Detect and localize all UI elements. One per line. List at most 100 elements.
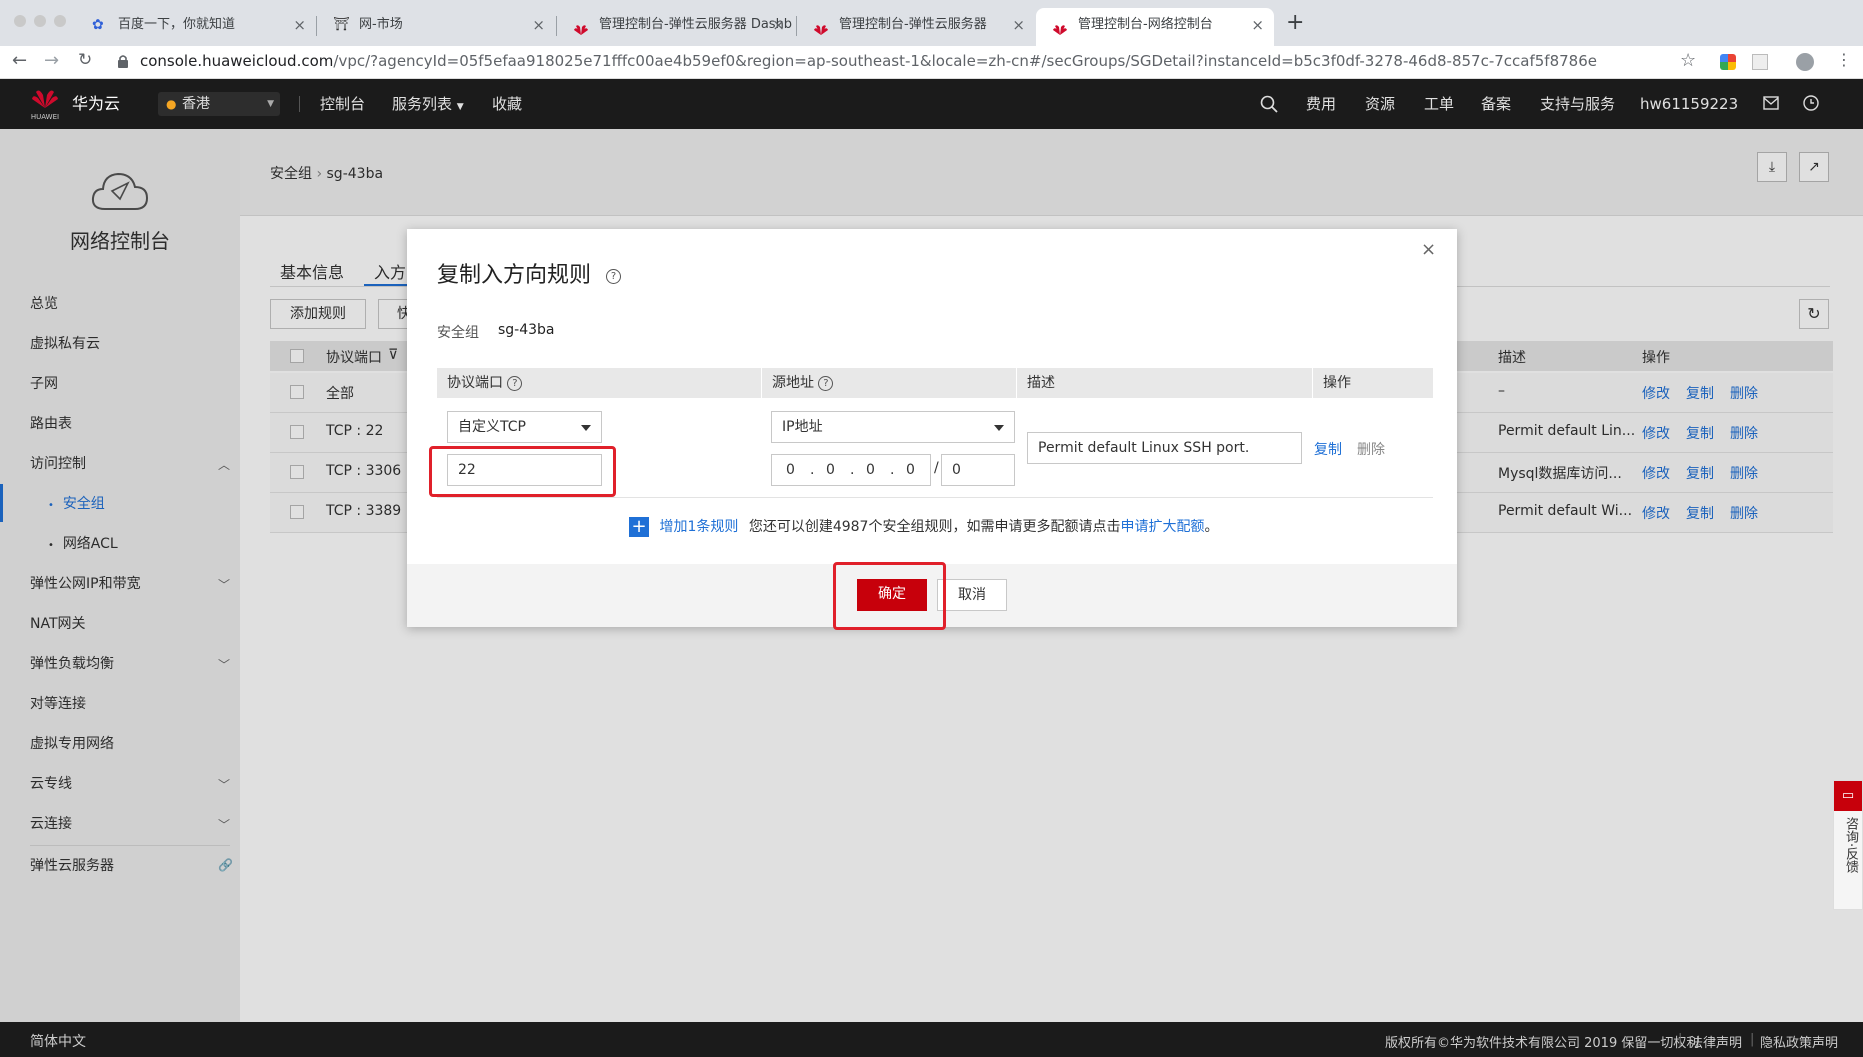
nav-tickets[interactable]: 工单 bbox=[1424, 79, 1454, 129]
tab-title: 网-市场 bbox=[359, 17, 403, 32]
close-tab-icon[interactable]: × bbox=[1012, 8, 1025, 42]
close-tab-icon[interactable]: × bbox=[293, 8, 306, 42]
dialog-title: 复制入方向规则 ? bbox=[437, 257, 622, 289]
browser-tab-ecs[interactable]: 管理控制台-弹性云服务器 × bbox=[797, 8, 1035, 46]
sg-value: sg-43ba bbox=[498, 322, 555, 338]
caret-down-icon: ▼ bbox=[267, 99, 274, 109]
feedback-widget[interactable]: ▭ 咨询·反馈 bbox=[1833, 780, 1863, 910]
description-input[interactable]: Permit default Linux SSH port. bbox=[1027, 432, 1302, 464]
add-rule-row: + 增加1条规则 您还可以创建4987个安全组规则，如需申请更多配额请点击申请扩… bbox=[629, 516, 1218, 537]
ip-octet: 0 bbox=[786, 462, 795, 478]
source-type-select[interactable]: IP地址 bbox=[771, 411, 1015, 443]
col-protocol-label: 协议端口 bbox=[447, 375, 503, 391]
browser-tab-network-console[interactable]: 管理控制台-网络控制台 × bbox=[1036, 8, 1274, 46]
logo-text: HUAWEI bbox=[30, 113, 60, 121]
close-tab-icon[interactable]: × bbox=[1251, 8, 1264, 42]
extension-icon[interactable] bbox=[1752, 54, 1768, 70]
close-tab-icon[interactable]: × bbox=[532, 8, 545, 42]
tab-title: 管理控制台-弹性云服务器 Dashb bbox=[599, 17, 793, 32]
huawei-logo-icon bbox=[573, 17, 589, 35]
search-icon[interactable] bbox=[1260, 95, 1278, 117]
col-source-label: 源地址 bbox=[772, 375, 814, 391]
close-icon[interactable]: × bbox=[1421, 239, 1436, 260]
browser-tab-market[interactable]: ⛩ 网-市场 × bbox=[317, 8, 555, 46]
window-zoom-dot[interactable] bbox=[54, 15, 66, 27]
nav-console[interactable]: 控制台 bbox=[320, 79, 365, 129]
col-action: 操作 bbox=[1313, 368, 1433, 398]
forward-arrow-icon[interactable]: → bbox=[44, 50, 59, 71]
nav-favorites[interactable]: 收藏 bbox=[492, 79, 522, 129]
region-selector[interactable]: ● 香港 ▼ bbox=[158, 92, 280, 116]
copyright-text: 版权所有©华为软件技术有限公司 2019 保留一切权利 bbox=[1385, 1036, 1700, 1051]
back-arrow-icon[interactable]: ← bbox=[12, 50, 27, 71]
nav-support[interactable]: 支持与服务 bbox=[1540, 79, 1615, 129]
dialog-title-text: 复制入方向规则 bbox=[437, 263, 592, 288]
url-host: console.huaweicloud.com bbox=[140, 52, 334, 70]
browser-menu-icon[interactable]: ⋮ bbox=[1836, 50, 1852, 69]
lock-icon[interactable] bbox=[118, 55, 128, 68]
ip-address-input[interactable]: 0 . 0 . 0 . 0 bbox=[771, 454, 931, 486]
url-path: /vpc/?agencyId=05f5efaa918025e71fffc00ae… bbox=[333, 52, 1597, 70]
sg-label: 安全组 bbox=[437, 325, 479, 341]
col-desc: 描述 bbox=[1017, 368, 1312, 398]
cancel-button[interactable]: 取消 bbox=[937, 579, 1007, 611]
reload-icon[interactable]: ↻ bbox=[78, 50, 92, 70]
protocol-select-value: 自定义TCP bbox=[458, 419, 526, 435]
nav-user[interactable]: hw61159223 bbox=[1640, 79, 1738, 129]
port-highlight-box bbox=[429, 446, 616, 497]
clock-icon[interactable] bbox=[1803, 95, 1819, 115]
help-icon[interactable]: ? bbox=[818, 375, 834, 391]
nav-services-label: 服务列表 bbox=[392, 95, 453, 113]
help-icon[interactable]: ? bbox=[507, 375, 523, 391]
protocol-select[interactable]: 自定义TCP bbox=[447, 411, 602, 443]
window-minimize-dot[interactable] bbox=[34, 15, 46, 27]
privacy-link[interactable]: 隐私政策声明 bbox=[1760, 1032, 1838, 1051]
huawei-logo[interactable]: HUAWEI bbox=[30, 87, 60, 121]
window-close-dot[interactable] bbox=[14, 15, 26, 27]
baidu-paw-icon: ✿ bbox=[92, 17, 104, 33]
huawei-logo-icon bbox=[1052, 17, 1068, 35]
add-one-rule-link[interactable]: 增加1条规则 bbox=[659, 519, 738, 535]
apply-quota-link[interactable]: 申请扩大配额 bbox=[1120, 519, 1204, 535]
tab-title: 百度一下，你就知道 bbox=[118, 17, 236, 32]
location-pin-icon: ● bbox=[166, 97, 177, 111]
caret-down-icon bbox=[994, 425, 1004, 431]
market-icon: ⛩ bbox=[333, 17, 350, 32]
delete-row-link[interactable]: 删除 bbox=[1357, 439, 1385, 459]
nav-icp[interactable]: 备案 bbox=[1481, 79, 1511, 129]
huawei-logo-icon bbox=[813, 17, 829, 35]
copy-row-link[interactable]: 复制 bbox=[1314, 439, 1342, 459]
mask-input[interactable]: 0 bbox=[941, 454, 1015, 486]
tab-title: 管理控制台-弹性云服务器 bbox=[839, 17, 987, 32]
console-top-nav: HUAWEI 华为云 ● 香港 ▼ 控制台 服务列表 ▼ 收藏 费用 资源 工单… bbox=[0, 79, 1863, 129]
close-tab-icon[interactable]: × bbox=[772, 8, 785, 42]
bookmark-star-icon[interactable]: ☆ bbox=[1680, 50, 1696, 71]
region-label: 香港 bbox=[182, 96, 210, 112]
nav-resources[interactable]: 资源 bbox=[1365, 79, 1395, 129]
col-protocol-port: 协议端口 ? bbox=[437, 368, 761, 398]
nav-fees[interactable]: 费用 bbox=[1306, 79, 1336, 129]
mail-icon[interactable] bbox=[1763, 96, 1779, 114]
plus-icon[interactable]: + bbox=[629, 517, 649, 537]
browser-address-bar: ← → ↻ console.huaweicloud.com/vpc/?agenc… bbox=[0, 46, 1863, 79]
profile-avatar-icon[interactable] bbox=[1796, 53, 1814, 71]
tab-title: 管理控制台-网络控制台 bbox=[1078, 17, 1213, 32]
browser-tab-bar: ✿ 百度一下，你就知道 × ⛩ 网-市场 × 管理控制台-弹性云服务器 Dash… bbox=[0, 0, 1863, 46]
url-field[interactable]: console.huaweicloud.com/vpc/?agencyId=05… bbox=[140, 52, 1597, 70]
quota-text: 您还可以创建4987个安全组规则，如需申请更多配额请点击 bbox=[748, 519, 1121, 535]
new-tab-button[interactable]: + bbox=[1286, 10, 1304, 35]
browser-tab-ecs-dashboard[interactable]: 管理控制台-弹性云服务器 Dashb × bbox=[557, 8, 795, 46]
quota-end: 。 bbox=[1204, 519, 1219, 535]
page-footer: 简体中文 版权所有©华为软件技术有限公司 2019 保留一切权利 | 法律声明 … bbox=[0, 1022, 1863, 1057]
extension-icon[interactable] bbox=[1720, 54, 1736, 70]
legal-link[interactable]: 法律声明 bbox=[1690, 1032, 1742, 1051]
chat-icon: ▭ bbox=[1834, 781, 1862, 811]
help-icon[interactable]: ? bbox=[606, 268, 622, 284]
browser-tab-baidu[interactable]: ✿ 百度一下，你就知道 × bbox=[76, 8, 316, 46]
caret-down-icon bbox=[581, 425, 591, 431]
brand-name[interactable]: 华为云 bbox=[72, 79, 120, 129]
nav-services[interactable]: 服务列表 ▼ bbox=[392, 79, 464, 132]
ip-octet: 0 bbox=[906, 462, 915, 478]
language-selector[interactable]: 简体中文 bbox=[30, 1031, 86, 1051]
ip-octet: 0 bbox=[866, 462, 875, 478]
